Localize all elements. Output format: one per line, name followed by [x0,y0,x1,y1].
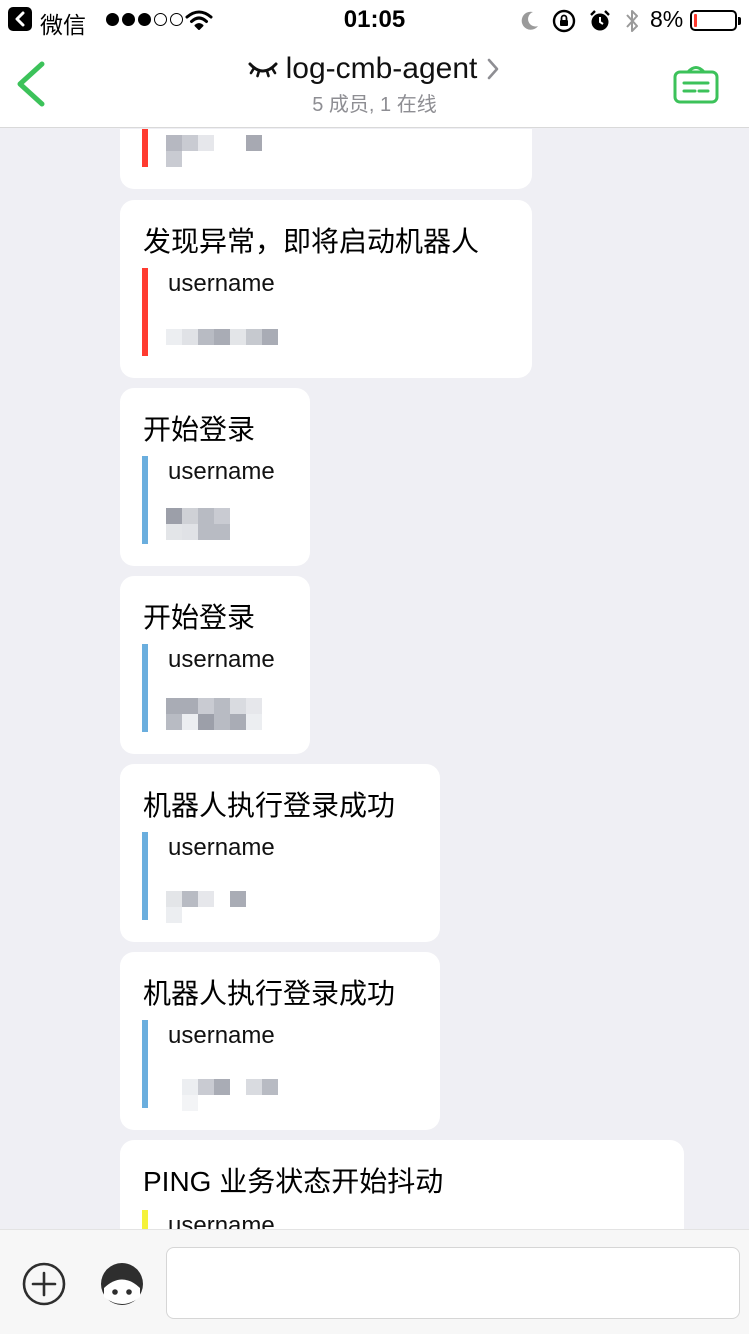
bluetooth-icon [626,10,638,32]
message-title: 机器人执行登录成功 [143,790,396,821]
battery-icon [690,10,741,31]
status-icons [520,8,640,34]
message-title: PING 业务状态开始抖动 [143,1166,444,1197]
redacted-content [166,891,278,923]
quote-username: username [168,458,275,485]
group-title: log-cmb-agent [285,52,478,85]
quote-bar [142,1020,148,1108]
battery-level-fill [694,14,697,27]
message-title: 发现异常，即将启动机器人 [143,226,480,257]
message-bubble[interactable]: 机器人执行登录成功 username [120,764,440,942]
chevron-right-icon [488,58,499,80]
document-icon[interactable] [672,62,720,106]
status-bar: 微信 01:05 8% [0,0,749,40]
redacted-content [166,135,278,167]
quote-username: username [168,1022,275,1049]
message-bubble[interactable]: 开始登录 username [120,388,310,566]
nav-title-group[interactable]: log-cmb-agent 5 成员, 1 在线 [0,52,749,117]
message-title: 开始登录 [143,602,256,633]
plus-icon[interactable] [22,1262,66,1306]
message-title: 开始登录 [143,414,256,445]
quote-username: username [168,1212,275,1229]
redacted-content [166,508,278,540]
redacted-content [166,329,278,345]
message-list[interactable]: 发现异常，即将启动机器人 username 开始登录 username 开始登录… [0,129,749,1229]
redacted-content [166,698,278,730]
battery-percent: 8% [650,6,684,32]
quote-bar [142,129,148,167]
moon-icon [521,11,538,30]
closed-eye-icon [248,62,278,78]
quote-username: username [168,834,275,861]
message-bubble[interactable]: 机器人执行登录成功 username [120,952,440,1130]
message-bubble[interactable]: 开始登录 username [120,576,310,754]
quote-bar [142,1210,148,1229]
quote-bar [142,268,148,356]
input-bar [0,1229,749,1334]
quote-bar [142,644,148,732]
redacted-content [166,1079,278,1111]
alarm-icon [590,10,610,31]
nav-bar: log-cmb-agent 5 成员, 1 在线 [0,40,749,128]
emoji-face-icon[interactable] [99,1261,145,1307]
message-title: 机器人执行登录成功 [143,978,396,1009]
quote-username: username [168,646,275,673]
quote-username: username [168,270,275,297]
quote-bar [142,832,148,920]
message-bubble[interactable]: PING 业务状态开始抖动 username [120,1140,684,1229]
group-subtitle: 5 成员, 1 在线 [312,94,437,116]
message-bubble[interactable] [120,129,532,189]
rotation-lock-icon [552,9,576,33]
message-bubble[interactable]: 发现异常，即将启动机器人 username [120,200,532,378]
quote-bar [142,456,148,544]
message-input[interactable] [166,1247,740,1319]
